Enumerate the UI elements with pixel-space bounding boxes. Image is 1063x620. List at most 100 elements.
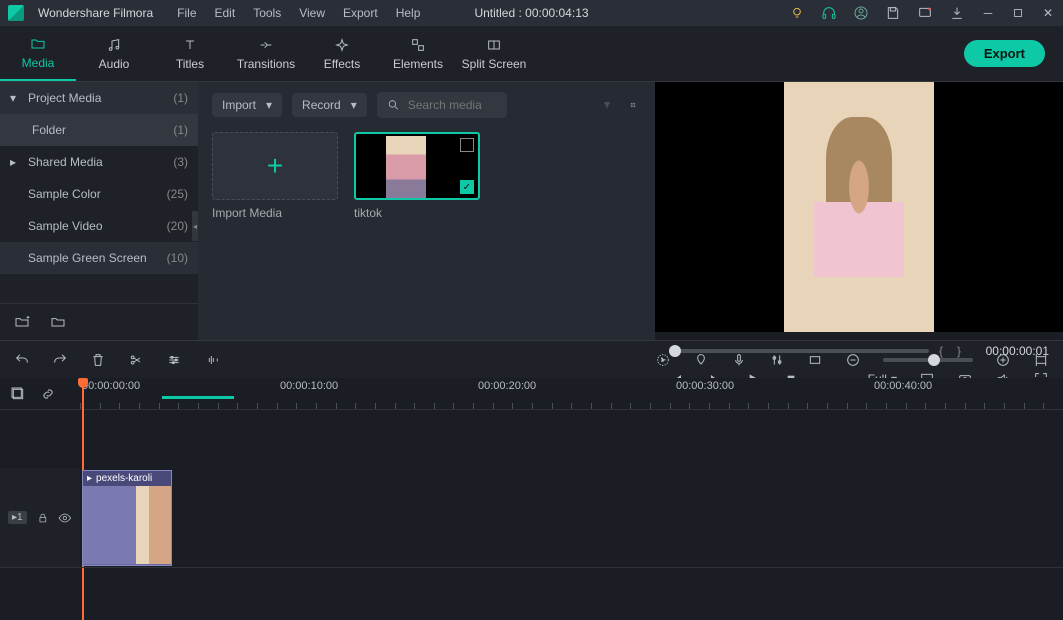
tab-split-label: Split Screen bbox=[462, 57, 527, 71]
tree-project-media[interactable]: ▾ Project Media (1) bbox=[0, 82, 198, 114]
ruler-mark: 00:00:40:00 bbox=[874, 380, 932, 392]
tab-split-screen[interactable]: Split Screen bbox=[456, 26, 532, 81]
tab-effects[interactable]: Effects bbox=[304, 26, 380, 81]
eye-icon[interactable] bbox=[58, 511, 72, 525]
time-ruler[interactable]: 00:00:00:00 00:00:10:00 00:00:20:00 00:0… bbox=[80, 378, 1063, 409]
timeline: 00:00:00:00 00:00:10:00 00:00:20:00 00:0… bbox=[0, 378, 1063, 620]
zoom-fit-button[interactable] bbox=[1033, 352, 1049, 368]
undo-button[interactable] bbox=[14, 352, 30, 368]
tree-sample-color[interactable]: Sample Color (25) bbox=[0, 178, 198, 210]
menu-tools[interactable]: Tools bbox=[253, 6, 281, 20]
mixer-icon[interactable] bbox=[769, 352, 785, 368]
user-icon[interactable] bbox=[853, 5, 869, 21]
search-media[interactable] bbox=[377, 92, 507, 118]
clip-name: pexels-karoli bbox=[96, 473, 152, 484]
zoom-slider[interactable] bbox=[883, 358, 973, 362]
media-top-bar: Import ▾ Record ▾ bbox=[212, 92, 641, 118]
tree-count: (3) bbox=[173, 155, 188, 169]
video-badge-icon bbox=[460, 138, 474, 152]
lightbulb-icon[interactable] bbox=[789, 5, 805, 21]
menu-help[interactable]: Help bbox=[396, 6, 421, 20]
export-button[interactable]: Export bbox=[964, 40, 1045, 67]
check-icon: ✓ bbox=[460, 180, 474, 194]
tree-label: Sample Color bbox=[28, 187, 101, 201]
tree-count: (10) bbox=[167, 251, 188, 265]
record-dropdown[interactable]: Record ▾ bbox=[292, 93, 367, 117]
music-icon bbox=[106, 37, 122, 53]
menu-edit[interactable]: Edit bbox=[215, 6, 236, 20]
tab-elements[interactable]: Elements bbox=[380, 26, 456, 81]
minimize-button[interactable]: ─ bbox=[981, 6, 995, 20]
mark-out-button[interactable]: } bbox=[957, 344, 961, 358]
clip-thumbnail bbox=[386, 136, 426, 198]
search-icon bbox=[387, 97, 400, 113]
tab-transitions[interactable]: Transitions bbox=[228, 26, 304, 81]
clip-header: ▸ pexels-karoli bbox=[83, 471, 171, 486]
track-gutter: ▸1 bbox=[0, 468, 80, 567]
clip-body bbox=[83, 486, 171, 564]
split-button[interactable] bbox=[128, 352, 144, 368]
marker-icon[interactable] bbox=[693, 352, 709, 368]
split-icon bbox=[486, 37, 502, 53]
close-button[interactable]: ✕ bbox=[1041, 6, 1055, 20]
grid-view-icon[interactable] bbox=[625, 97, 641, 113]
headphones-icon[interactable] bbox=[821, 5, 837, 21]
menu-export[interactable]: Export bbox=[343, 6, 378, 20]
tab-audio[interactable]: Audio bbox=[76, 26, 152, 81]
save-icon[interactable] bbox=[885, 5, 901, 21]
menu-file[interactable]: File bbox=[177, 6, 196, 20]
menu-view[interactable]: View bbox=[299, 6, 325, 20]
tree-shared-media[interactable]: ▸ Shared Media (3) bbox=[0, 146, 198, 178]
tree-count: (1) bbox=[173, 123, 188, 137]
track-badge: ▸1 bbox=[8, 511, 27, 524]
preview-viewport[interactable] bbox=[655, 82, 1063, 332]
render-icon[interactable] bbox=[655, 352, 671, 368]
crop-icon[interactable] bbox=[807, 352, 823, 368]
zoom-out-button[interactable] bbox=[845, 352, 861, 368]
sparkle-icon bbox=[334, 37, 350, 53]
import-dropdown[interactable]: Import ▾ bbox=[212, 93, 282, 117]
link-icon[interactable] bbox=[40, 386, 56, 402]
mark-in-button[interactable]: { bbox=[939, 344, 943, 358]
new-folder-icon[interactable] bbox=[50, 314, 66, 330]
tab-titles-label: Titles bbox=[176, 57, 204, 71]
scrub-knob[interactable] bbox=[669, 345, 681, 357]
zoom-in-button[interactable] bbox=[995, 352, 1011, 368]
track-manager-icon[interactable] bbox=[10, 386, 26, 402]
redo-button[interactable] bbox=[52, 352, 68, 368]
download-icon[interactable] bbox=[949, 5, 965, 21]
audio-wave-icon[interactable] bbox=[204, 352, 220, 368]
tree-sample-green[interactable]: Sample Green Screen (10) bbox=[0, 242, 198, 274]
adjust-icon[interactable] bbox=[166, 352, 182, 368]
delete-button[interactable] bbox=[90, 352, 106, 368]
timeline-clip[interactable]: ▸ pexels-karoli bbox=[82, 470, 172, 566]
message-icon[interactable] bbox=[917, 5, 933, 21]
collapse-handle[interactable]: ◂ bbox=[192, 211, 198, 241]
media-card-label: Import Media bbox=[212, 206, 338, 220]
tree-sample-video[interactable]: Sample Video (20) bbox=[0, 210, 198, 242]
tree-label: Sample Video bbox=[28, 219, 103, 233]
tab-titles[interactable]: Titles bbox=[152, 26, 228, 81]
media-clip-tiktok[interactable]: ✓ tiktok bbox=[354, 132, 480, 220]
zoom-knob[interactable] bbox=[928, 354, 940, 366]
lock-icon[interactable] bbox=[37, 512, 49, 524]
search-input[interactable] bbox=[408, 98, 497, 112]
import-media-card[interactable]: + Import Media bbox=[212, 132, 338, 220]
main-area: ▾ Project Media (1) Folder (1) ▸ Shared … bbox=[0, 82, 1063, 340]
media-browser: ◂ Import ▾ Record ▾ + Import Media bbox=[198, 82, 655, 340]
tab-media[interactable]: Media bbox=[0, 26, 76, 81]
scrub-bar[interactable] bbox=[669, 349, 929, 353]
tab-media-label: Media bbox=[22, 56, 55, 70]
voiceover-icon[interactable] bbox=[731, 352, 747, 368]
filter-icon[interactable] bbox=[599, 97, 615, 113]
preview-panel: { } 00:00:00:01 Full▾ bbox=[655, 82, 1063, 340]
tab-elements-label: Elements bbox=[393, 57, 443, 71]
new-folder-plus-icon[interactable] bbox=[14, 314, 30, 330]
maximize-button[interactable] bbox=[1011, 6, 1025, 20]
tree-folder[interactable]: Folder (1) bbox=[0, 114, 198, 146]
plus-icon: + bbox=[267, 150, 283, 182]
tree-count: (1) bbox=[173, 91, 188, 105]
timeline-body[interactable]: ▸1 ▸ pexels-karoli bbox=[0, 410, 1063, 620]
transitions-icon bbox=[258, 37, 274, 53]
video-frame bbox=[784, 82, 934, 332]
